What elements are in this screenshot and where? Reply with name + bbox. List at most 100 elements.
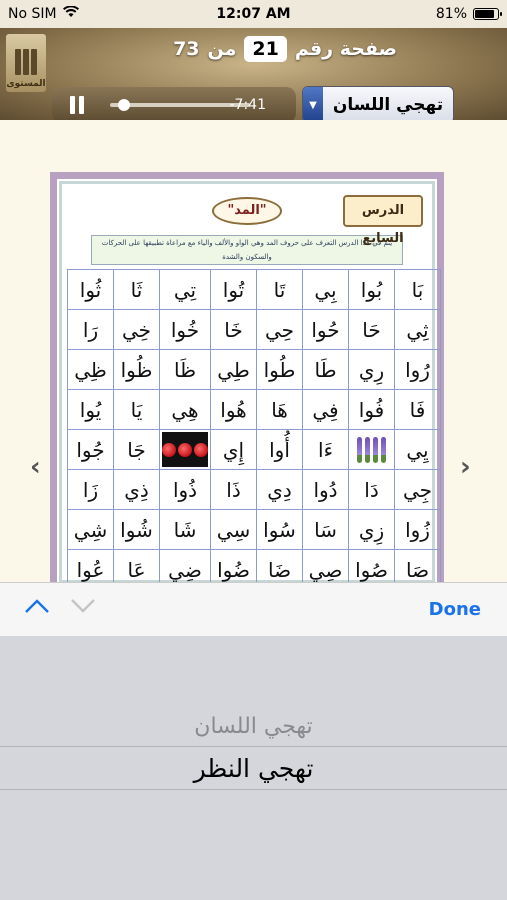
chevron-up-icon[interactable] (24, 595, 50, 620)
letter-cell[interactable]: خُوا (160, 310, 211, 350)
letter-cell[interactable]: طَا (303, 350, 349, 390)
battery-level (475, 10, 495, 18)
audio-player: -7:41 (52, 87, 296, 123)
remaining-time: -7:41 (229, 97, 267, 113)
done-button[interactable]: Done (429, 599, 481, 620)
letter-cell[interactable]: زَا (68, 470, 114, 510)
letter-cell[interactable]: تَا (257, 270, 303, 310)
clock: 12:07 AM (216, 6, 291, 22)
letter-cell[interactable]: بُوا (349, 270, 395, 310)
letter-cell[interactable]: جُوا (68, 430, 114, 470)
lesson-page: ‹ › "المد" الدرس السابع يتم في هذا الدرس… (0, 120, 507, 582)
letters-grid: بَا بُوا بِي تَا تُوا تِي ثَا ثُوا ثِي حَا حُوا حِي… (67, 269, 441, 582)
lesson-topic: "المد" (212, 197, 282, 225)
letter-cell[interactable]: يُوا (68, 390, 114, 430)
letter-cell[interactable]: تُوا (211, 270, 257, 310)
letter-cell[interactable]: صِي (303, 550, 349, 582)
letter-cell[interactable]: شِي (68, 510, 114, 550)
letter-cell[interactable]: جَا (114, 430, 160, 470)
letter-cell[interactable]: هِي (160, 390, 211, 430)
letter-cell[interactable]: رُوا (395, 350, 441, 390)
picker-option[interactable]: تهجي اللسان (0, 714, 507, 739)
letter-cell[interactable]: شُوا (114, 510, 160, 550)
page-of-label: من (207, 38, 237, 60)
chevron-left-icon[interactable]: ‹ (30, 452, 41, 482)
books-icon (15, 49, 37, 75)
letter-cell[interactable]: بَا (395, 270, 441, 310)
reciter-picker[interactable]: تهجي اللسان تهجي النظر (0, 636, 507, 900)
picker-option-selected[interactable]: تهجي النظر (0, 754, 507, 783)
letter-cell[interactable]: دَا (349, 470, 395, 510)
lesson-description: يتم في هذا الدرس التعرف على حروف المد وه… (91, 235, 403, 265)
letter-cell[interactable]: فِي (303, 390, 349, 430)
letter-cell[interactable]: زُوا (395, 510, 441, 550)
letter-cell[interactable]: ثُوا (68, 270, 114, 310)
letter-cell[interactable]: رَا (68, 310, 114, 350)
seek-thumb[interactable] (118, 99, 130, 111)
battery-icon (473, 8, 502, 20)
app-header: المستوى صفحة رقم 21 من 73 -7:41 ▼ تهجي ا… (0, 28, 507, 124)
letter-cell[interactable]: هُوا (211, 390, 257, 430)
lavender-image (349, 430, 395, 470)
letter-cell[interactable]: طُوا (257, 350, 303, 390)
lesson-sheet: "المد" الدرس السابع يتم في هذا الدرس الت… (50, 172, 444, 582)
letter-cell[interactable]: يِي (395, 430, 441, 470)
chevron-right-icon[interactable]: › (460, 452, 471, 482)
page-number-field[interactable]: 21 (244, 36, 287, 62)
pause-button[interactable] (70, 96, 90, 114)
letter-cell[interactable]: ذُوا (160, 470, 211, 510)
letter-cell[interactable]: ذَا (211, 470, 257, 510)
letter-cell[interactable]: أُوا (257, 430, 303, 470)
app-logo[interactable]: المستوى (6, 34, 46, 92)
letter-cell[interactable]: دُوا (303, 470, 349, 510)
reciter-select[interactable]: ▼ تهجي اللسان (302, 86, 454, 124)
letter-cell[interactable]: خَا (211, 310, 257, 350)
letter-cell[interactable]: رِي (349, 350, 395, 390)
status-bar: No SIM 12:07 AM 81% (0, 0, 507, 28)
reciter-select-value: تهجي اللسان (332, 95, 444, 115)
letter-cell[interactable]: جِي (395, 470, 441, 510)
letter-cell[interactable]: فَا (395, 390, 441, 430)
page-label: صفحة رقم (294, 38, 397, 60)
letter-cell[interactable]: ثِي (395, 310, 441, 350)
letter-cell[interactable]: ظَا (160, 350, 211, 390)
letter-cell[interactable]: عُوا (68, 550, 114, 582)
input-accessory-bar: Done (0, 582, 507, 636)
letter-cell[interactable]: خِي (114, 310, 160, 350)
letter-cell[interactable]: سَا (303, 510, 349, 550)
letter-cell[interactable]: ءَا (303, 430, 349, 470)
letter-cell[interactable]: صُوا (349, 550, 395, 582)
letter-cell[interactable]: إِي (211, 430, 257, 470)
letter-cell[interactable]: ثَا (114, 270, 160, 310)
letter-cell[interactable]: هَا (257, 390, 303, 430)
letter-cell[interactable]: طِي (211, 350, 257, 390)
letter-cell[interactable]: ضِي (160, 550, 211, 582)
page-total: 73 (173, 38, 200, 60)
letter-cell[interactable]: ظُوا (114, 350, 160, 390)
letter-cell[interactable]: ظِي (68, 350, 114, 390)
letter-cell[interactable]: تِي (160, 270, 211, 310)
letter-cell[interactable]: زِي (349, 510, 395, 550)
letter-cell[interactable]: يَا (114, 390, 160, 430)
letter-cell[interactable]: شَا (160, 510, 211, 550)
chevron-down-icon[interactable] (70, 595, 96, 620)
letter-cell[interactable]: بِي (303, 270, 349, 310)
letter-cell[interactable]: ذِي (114, 470, 160, 510)
battery-percent: 81% (435, 6, 467, 22)
letter-cell[interactable]: صَا (395, 550, 441, 582)
page-indicator: صفحة رقم 21 من 73 (173, 36, 397, 62)
letter-cell[interactable]: سُوا (257, 510, 303, 550)
logo-text: المستوى (6, 79, 46, 89)
roses-image (160, 430, 211, 470)
letter-cell[interactable]: دِي (257, 470, 303, 510)
letter-cell[interactable]: فُوا (349, 390, 395, 430)
lesson-title: الدرس السابع (343, 195, 423, 246)
letter-cell[interactable]: حِي (257, 310, 303, 350)
letter-cell[interactable]: عَا (114, 550, 160, 582)
letter-cell[interactable]: حَا (349, 310, 395, 350)
dropdown-arrow-icon: ▼ (303, 87, 323, 123)
letter-cell[interactable]: سِي (211, 510, 257, 550)
letter-cell[interactable]: حُوا (303, 310, 349, 350)
letter-cell[interactable]: ضُوا (211, 550, 257, 582)
letter-cell[interactable]: ضَا (257, 550, 303, 582)
